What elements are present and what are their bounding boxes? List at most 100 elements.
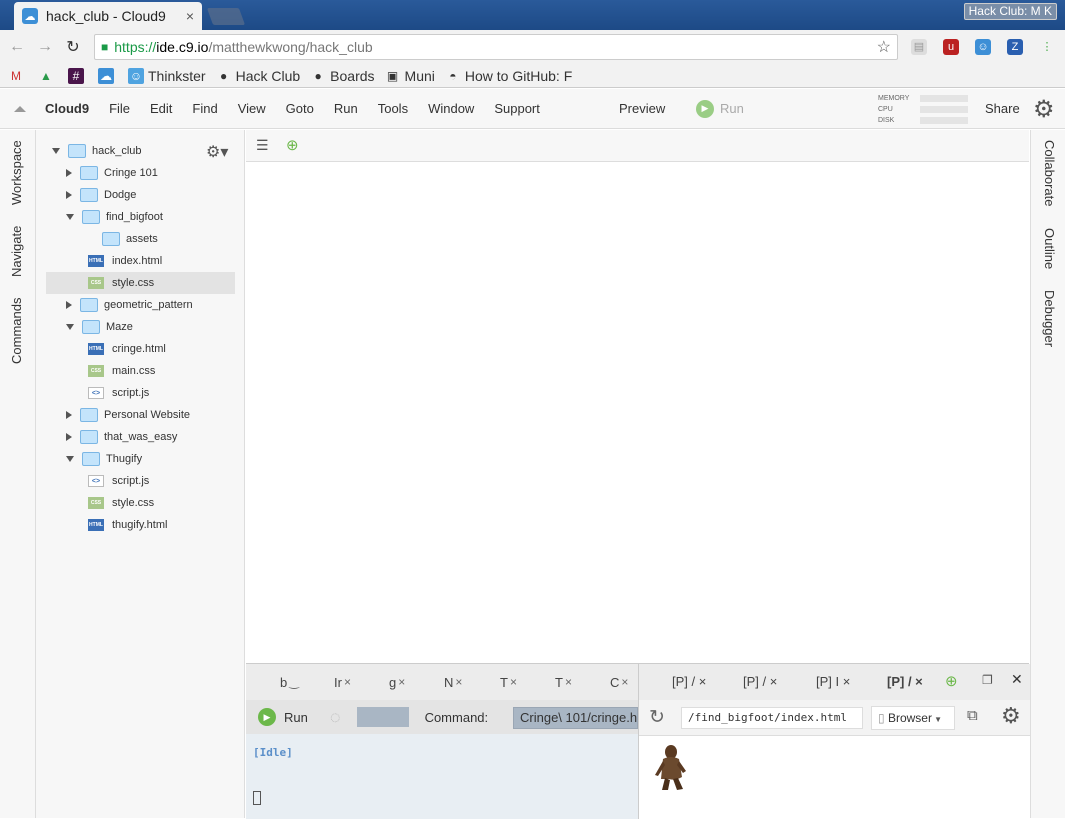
console-tab[interactable]: g × bbox=[389, 664, 405, 700]
preview-tab[interactable]: [P] I × bbox=[816, 674, 850, 689]
bookmark-star-icon[interactable]: ☆ bbox=[877, 37, 891, 57]
tab-navigate[interactable]: Navigate bbox=[9, 226, 24, 277]
tree-folder[interactable]: Dodge bbox=[46, 184, 235, 206]
profile-button[interactable]: Hack Club: M K bbox=[963, 3, 1057, 20]
runner-select[interactable] bbox=[356, 707, 409, 727]
close-pane-icon[interactable]: ✕ bbox=[1011, 671, 1023, 688]
popout-icon[interactable]: ⧉ bbox=[967, 707, 978, 724]
share-button[interactable]: Share bbox=[985, 101, 1020, 116]
preview-mode-select[interactable]: ▯ Browser ▼ bbox=[871, 706, 955, 730]
new-tab-button[interactable] bbox=[206, 8, 246, 25]
menu-tools[interactable]: Tools bbox=[378, 101, 408, 116]
settings-gear-icon[interactable]: ⚙ bbox=[1001, 703, 1021, 729]
console-tab[interactable]: T × bbox=[555, 664, 572, 700]
tab-workspace[interactable]: Workspace bbox=[9, 140, 24, 205]
add-tab-icon[interactable]: ⊕ bbox=[945, 672, 958, 690]
tree-file[interactable]: <> script.js bbox=[46, 382, 235, 404]
tree-folder[interactable]: Thugify bbox=[46, 448, 235, 470]
menu-window[interactable]: Window bbox=[428, 101, 474, 116]
chevron-right-icon[interactable] bbox=[66, 433, 72, 441]
close-icon[interactable]: × bbox=[344, 675, 351, 689]
tree-file[interactable]: HTML index.html bbox=[46, 250, 235, 272]
console-tab[interactable]: Ir × bbox=[334, 664, 351, 700]
console-tab[interactable]: T × bbox=[500, 664, 517, 700]
chevron-down-icon[interactable] bbox=[66, 324, 74, 330]
preview-button[interactable]: Preview bbox=[619, 101, 665, 116]
ghostery-icon[interactable]: ☺ bbox=[975, 39, 991, 55]
zotero-icon[interactable]: Z bbox=[1007, 39, 1023, 55]
settings-gear-icon[interactable]: ⚙ bbox=[1033, 95, 1055, 124]
chevron-right-icon[interactable] bbox=[66, 411, 72, 419]
bookmark-muni[interactable]: ▣ Muni bbox=[385, 68, 435, 84]
tree-file[interactable]: CSS style.css bbox=[46, 272, 235, 294]
menu-goto[interactable]: Goto bbox=[286, 101, 314, 116]
close-icon[interactable]: × bbox=[565, 675, 572, 689]
chevron-right-icon[interactable] bbox=[66, 191, 72, 199]
tree-file[interactable]: CSS main.css bbox=[46, 360, 235, 382]
bookmark-boards[interactable]: ● Boards bbox=[310, 68, 375, 84]
maximize-icon[interactable]: ❐ bbox=[982, 673, 993, 687]
collapse-menu-icon[interactable] bbox=[14, 106, 26, 112]
menu-find[interactable]: Find bbox=[192, 101, 217, 116]
tab-debugger[interactable]: Debugger bbox=[1042, 290, 1057, 347]
forward-icon[interactable]: → bbox=[34, 38, 56, 56]
tree-folder[interactable]: Cringe 101 bbox=[46, 162, 235, 184]
bookmark-slack[interactable]: # bbox=[68, 67, 88, 84]
chevron-down-icon[interactable] bbox=[52, 148, 60, 154]
menu-file[interactable]: File bbox=[109, 101, 130, 116]
add-tab-icon[interactable]: ⊕ bbox=[286, 136, 299, 154]
tree-folder[interactable]: Maze bbox=[46, 316, 235, 338]
tree-file[interactable]: HTML thugify.html bbox=[46, 514, 235, 536]
menu-support[interactable]: Support bbox=[494, 101, 540, 116]
preview-url-input[interactable]: /find_bigfoot/index.html bbox=[681, 707, 863, 729]
tree-folder[interactable]: that_was_easy bbox=[46, 426, 235, 448]
menu-view[interactable]: View bbox=[238, 101, 266, 116]
chevron-down-icon[interactable] bbox=[66, 214, 74, 220]
reload-icon[interactable]: ↻ bbox=[649, 706, 665, 729]
chevron-right-icon[interactable] bbox=[66, 301, 72, 309]
command-input[interactable]: Cringe\ 101/cringe.h bbox=[513, 707, 638, 729]
close-icon[interactable]: × bbox=[766, 674, 778, 689]
reload-icon[interactable]: ↻ bbox=[62, 37, 84, 57]
tree-folder[interactable]: find_bigfoot bbox=[46, 206, 235, 228]
tree-folder[interactable]: assets bbox=[46, 228, 235, 250]
console-tab[interactable]: N × bbox=[444, 664, 462, 700]
terminal-output[interactable]: [Idle] bbox=[246, 734, 638, 819]
menu-icon[interactable]: ⋮ bbox=[1039, 39, 1055, 55]
chevron-down-icon[interactable] bbox=[66, 456, 74, 462]
tree-file[interactable]: <> script.js bbox=[46, 470, 235, 492]
close-icon[interactable]: × bbox=[186, 8, 194, 24]
tree-folder[interactable]: Personal Website bbox=[46, 404, 235, 426]
preview-tab-active[interactable]: [P] / × bbox=[887, 674, 923, 689]
close-icon[interactable]: × bbox=[398, 675, 405, 689]
tab-collaborate[interactable]: Collaborate bbox=[1042, 140, 1057, 207]
back-icon[interactable]: ← bbox=[6, 38, 28, 56]
menu-edit[interactable]: Edit bbox=[150, 101, 172, 116]
bookmark-thinkster[interactable]: ☺ Thinkster bbox=[128, 67, 206, 84]
bookmark-hack-club[interactable]: ● Hack Club bbox=[216, 68, 300, 84]
ublock-icon[interactable]: u bbox=[943, 39, 959, 55]
tree-folder[interactable]: hack_club bbox=[46, 140, 235, 162]
close-icon[interactable]: × bbox=[839, 674, 851, 689]
tab-list-icon[interactable]: ☰ bbox=[256, 137, 269, 154]
play-icon[interactable]: ▶ bbox=[258, 708, 276, 726]
close-icon[interactable]: × bbox=[455, 675, 462, 689]
console-tab[interactable]: b ‿ bbox=[280, 664, 299, 700]
menu-run[interactable]: Run bbox=[334, 101, 358, 116]
run-button[interactable]: ▶ Run bbox=[696, 99, 744, 118]
run-config-run-label[interactable]: Run bbox=[284, 710, 308, 725]
close-icon[interactable]: × bbox=[510, 675, 517, 689]
tab-outline[interactable]: Outline bbox=[1042, 228, 1057, 269]
browser-tab-active[interactable]: ☁ hack_club - Cloud9 × bbox=[14, 2, 202, 30]
close-icon[interactable]: × bbox=[695, 674, 707, 689]
console-tab-active[interactable]: C × bbox=[610, 664, 628, 700]
extension-icon[interactable]: ▤ bbox=[911, 39, 927, 55]
menu-cloud9[interactable]: Cloud9 bbox=[45, 101, 89, 116]
tree-file[interactable]: HTML cringe.html bbox=[46, 338, 235, 360]
tree-file[interactable]: CSS style.css bbox=[46, 492, 235, 514]
close-icon[interactable]: × bbox=[912, 674, 923, 689]
tab-commands[interactable]: Commands bbox=[9, 298, 24, 364]
chevron-right-icon[interactable] bbox=[66, 169, 72, 177]
bookmark-cloud9[interactable]: ☁ bbox=[98, 67, 118, 84]
tree-folder[interactable]: geometric_pattern bbox=[46, 294, 235, 316]
